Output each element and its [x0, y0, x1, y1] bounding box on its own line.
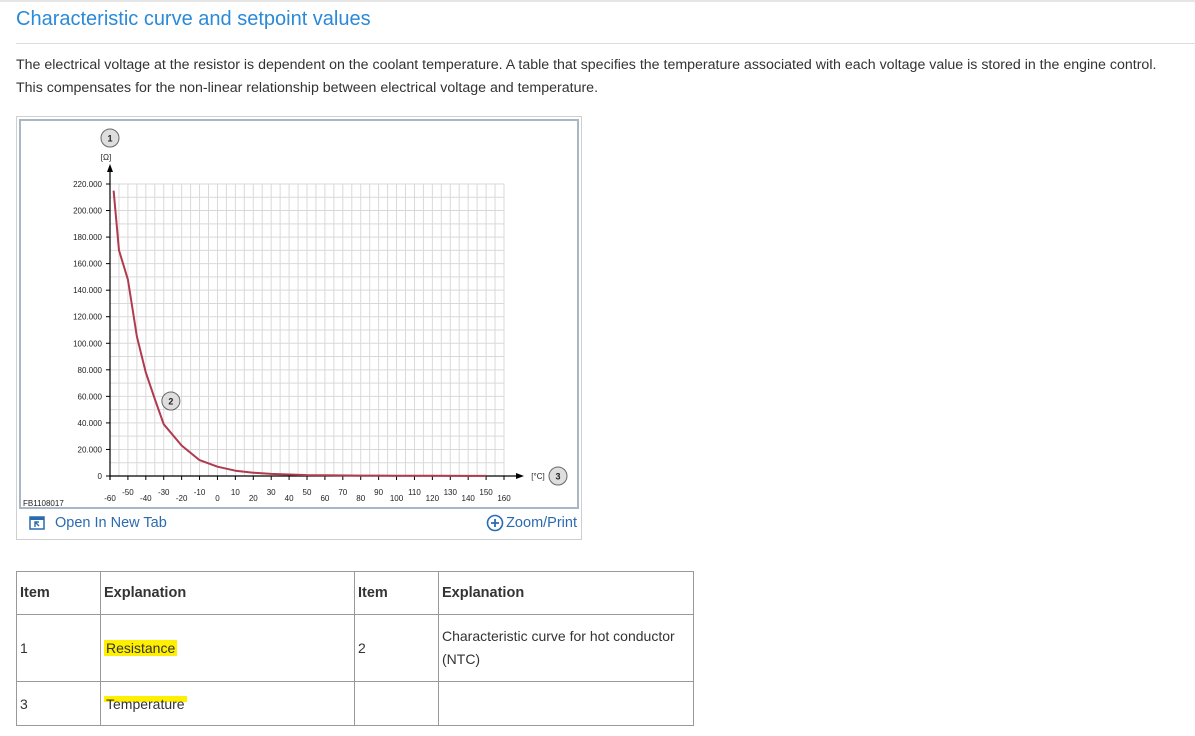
- x-tick-label: 40: [285, 494, 294, 503]
- page-title: Characteristic curve and setpoint values: [16, 8, 371, 30]
- open-in-new-tab-label: Open In New Tab: [55, 515, 167, 531]
- x-tick-label: 80: [356, 494, 365, 503]
- x-unit-label: [°C]: [531, 472, 544, 481]
- x-tick-label: -30: [158, 488, 170, 497]
- x-tick-label: 60: [320, 494, 329, 503]
- x-tick-label: 0: [215, 494, 220, 503]
- zoom-plus-icon: [486, 514, 504, 532]
- title-divider: [16, 43, 1195, 44]
- callout-number: 2: [168, 397, 173, 407]
- x-tick-label: 50: [303, 488, 312, 497]
- x-tick-label: 30: [267, 488, 276, 497]
- open-tab-icon: [29, 516, 45, 530]
- y-unit-label: [Ω]: [101, 153, 111, 162]
- y-tick-label: 60.000: [78, 392, 103, 401]
- table-header-explanation: Explanation: [100, 571, 355, 615]
- y-tick-label: 200.000: [73, 207, 102, 216]
- table-cell-item: 3: [16, 681, 101, 726]
- x-tick-label: 130: [444, 488, 458, 497]
- y-tick-label: 40.000: [78, 419, 103, 428]
- table-cell-item: 2: [354, 614, 439, 682]
- zoom-print-link[interactable]: Zoom/Print: [486, 514, 577, 532]
- highlighted-text: Temperature: [104, 695, 187, 712]
- x-axis-arrow: [516, 473, 524, 479]
- x-tick-label: -50: [122, 488, 134, 497]
- x-tick-label: 140: [462, 494, 476, 503]
- y-tick-label: 120.000: [73, 313, 102, 322]
- x-tick-label: -10: [194, 488, 206, 497]
- y-tick-label: 220.000: [73, 180, 102, 189]
- open-in-new-tab-link[interactable]: Open In New Tab: [29, 515, 167, 531]
- table-header-item: Item: [354, 571, 439, 615]
- ntc-chart: 0 20.000 40.000 60.000 80.000 100.000 120.000 1…: [23, 128, 568, 507]
- zoom-print-label: Zoom/Print: [506, 515, 577, 531]
- figure-footer: Open In New Tab Zoom/Print: [17, 511, 581, 539]
- table-cell-explanation: [438, 681, 694, 726]
- y-tick-label: 140.000: [73, 286, 102, 295]
- figure-box: 0 20.000 40.000 60.000 80.000 100.000 120.000 1…: [16, 116, 582, 540]
- x-tick-label: 110: [408, 488, 421, 497]
- x-tick-label: -60: [104, 494, 116, 503]
- table-row: 1 Resistance 2 Characteristic curve for …: [16, 614, 694, 682]
- x-tick-label: 160: [497, 494, 511, 503]
- table-header-row: Item Explanation Item Explanation: [16, 571, 694, 615]
- callout-number: 1: [107, 134, 112, 144]
- x-tick-label: 20: [249, 494, 258, 503]
- table-cell-explanation: Temperature: [100, 681, 355, 726]
- x-tick-label: -20: [176, 494, 188, 503]
- x-tick-label: 100: [390, 494, 404, 503]
- y-tick-label: 20.000: [78, 445, 103, 454]
- legend-table: Item Explanation Item Explanation 1 Resi…: [16, 571, 694, 726]
- y-tick-label: 0: [98, 472, 103, 481]
- table-cell-item: [354, 681, 439, 726]
- table-header-item: Item: [16, 571, 101, 615]
- x-tick-label: 120: [426, 494, 440, 503]
- ntc-curve: [112, 190, 487, 477]
- y-axis-arrow: [107, 164, 113, 172]
- table-row: 3 Temperature: [16, 681, 694, 726]
- table-header-explanation: Explanation: [438, 571, 694, 615]
- x-tick-label: 70: [338, 488, 347, 497]
- y-tick-label: 160.000: [73, 260, 102, 269]
- top-rule: [0, 0, 1195, 2]
- y-tick-label: 180.000: [73, 233, 102, 242]
- intro-paragraph: The electrical voltage at the resistor i…: [16, 57, 1157, 96]
- x-tick-label: 150: [479, 488, 493, 497]
- figure-code: FB1108017: [23, 499, 64, 507]
- x-tick-label: -40: [140, 494, 152, 503]
- highlighted-text: Resistance: [104, 640, 178, 656]
- callout-number: 3: [555, 472, 560, 482]
- table-cell-explanation: Resistance: [100, 614, 355, 682]
- y-tick-label: 80.000: [78, 366, 103, 375]
- y-tick-label: 100.000: [73, 339, 102, 348]
- table-cell-explanation: Characteristic curve for hot conductor (…: [438, 614, 694, 682]
- figure-frame[interactable]: 0 20.000 40.000 60.000 80.000 100.000 120.000 1…: [19, 119, 579, 509]
- x-tick-label: 10: [231, 488, 240, 497]
- table-cell-item: 1: [16, 614, 101, 682]
- x-tick-label: 90: [374, 488, 383, 497]
